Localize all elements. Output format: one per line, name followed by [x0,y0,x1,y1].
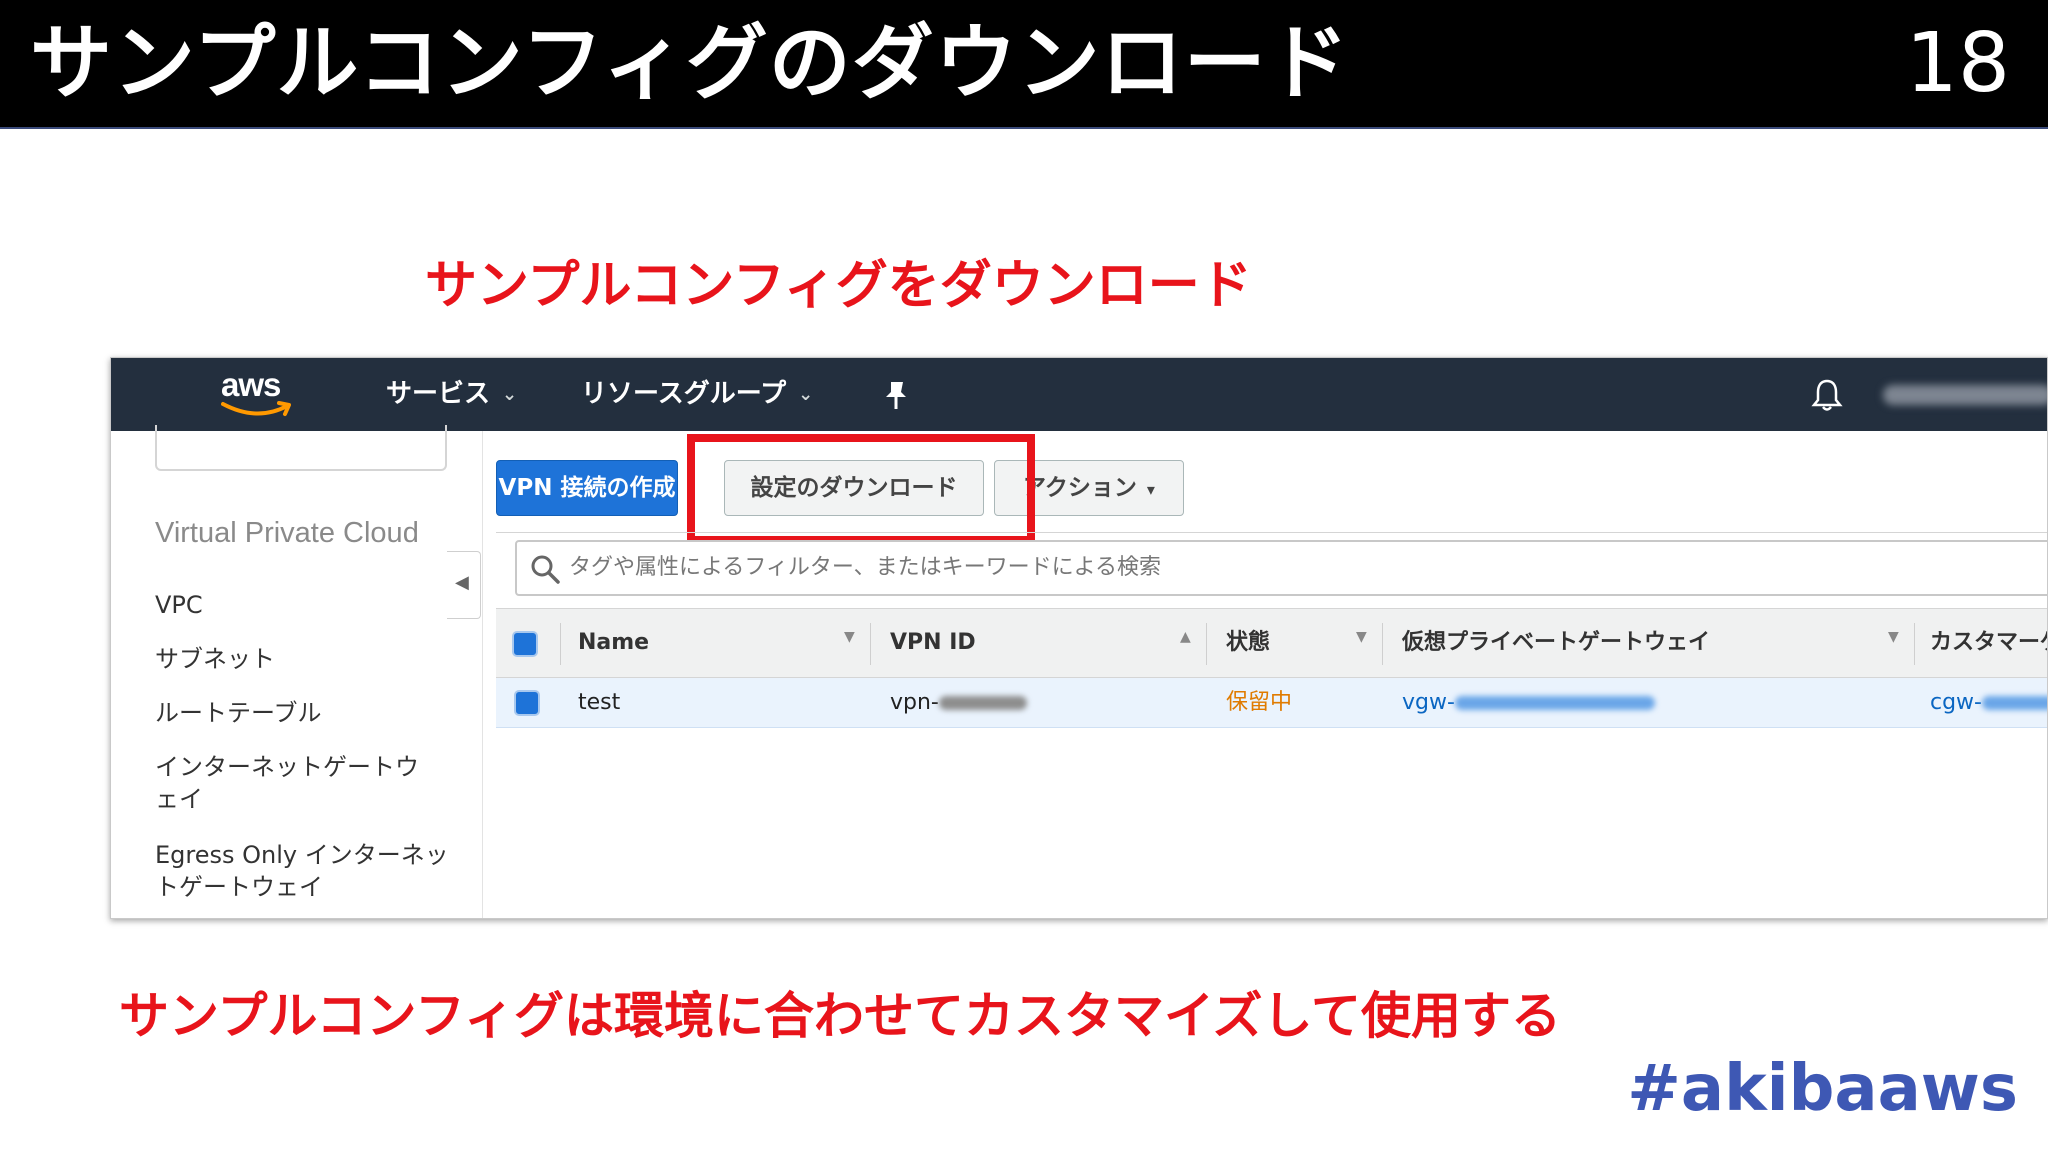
filter-search-input[interactable]: タグや属性によるフィルター、またはキーワードによる検索 [515,540,2047,596]
column-separator [1206,623,1207,665]
column-header-vpn-id[interactable]: VPN ID [890,627,976,659]
pin-icon[interactable] [881,378,911,412]
caption-bottom: サンプルコンフィグは環境に合わせてカスタマイズして使用する [119,987,1561,1045]
slide-title: サンプルコンフィグのダウンロード [30,16,1350,111]
column-header-name[interactable]: Name [578,627,649,659]
toolbar-divider [496,532,2047,533]
sort-down-icon[interactable]: ▼ [1356,629,1367,645]
table-row[interactable]: test vpn- 保留中 vgw- cgw- [496,678,2047,728]
actions-label: アクション [1023,475,1137,501]
sidebar-item-internet-gateways[interactable]: インターネットゲートウェイ [155,751,435,815]
nav-services-menu[interactable]: サービス ⌄ [386,376,517,413]
column-separator [870,623,871,665]
sidebar: Virtual Private Cloud VPC サブネット ルートテーブル … [111,425,483,918]
aws-smile-icon [221,401,291,416]
sidebar-collapse-toggle[interactable]: ◀ [447,551,481,619]
search-icon [531,555,560,584]
annotation-highlight-box [687,434,1035,544]
slide-page-number: 18 [1905,16,2010,111]
row-checkbox[interactable] [514,690,540,716]
sidebar-item-route-tables[interactable]: ルートテーブル [155,697,455,729]
aws-console-screenshot: aws サービス ⌄ リソースグループ ⌄ Virtual Private Clou… [110,357,2048,919]
sort-down-icon[interactable]: ▼ [1888,629,1899,645]
aws-nav-bar: aws サービス ⌄ リソースグループ ⌄ [111,358,2047,431]
column-header-state[interactable]: 状態 [1226,627,1270,659]
chevron-down-icon: ⌄ [798,383,814,405]
sort-down-icon[interactable]: ▼ [844,629,855,645]
column-separator [1382,623,1383,665]
redacted-text [1982,696,2047,710]
redacted-text [1454,696,1655,710]
nav-resource-groups-menu[interactable]: リソースグループ ⌄ [581,376,813,413]
nav-services-label: サービス [386,379,491,409]
vpn-id-prefix: vpn- [890,690,939,715]
vgw-prefix: vgw- [1402,690,1455,715]
sidebar-item-vpc[interactable]: VPC [155,589,455,621]
aws-logo[interactable]: aws [215,366,305,422]
slide-title-bar: サンプルコンフィグのダウンロード 18 [0,0,2048,129]
caption-top: サンプルコンフィグをダウンロード [425,256,1252,316]
sidebar-heading: Virtual Private Cloud [155,517,419,549]
table-header: Name ▼ VPN ID ▲ 状態 ▼ 仮想プライベートゲートウェイ ▼ カス… [496,608,2047,678]
cell-state: 保留中 [1226,690,1293,715]
bell-icon[interactable] [1811,377,1843,413]
cell-vgw-link[interactable]: vgw- [1402,687,1655,719]
column-header-cgw[interactable]: カスタマーゲートウェ [1930,627,2047,659]
search-placeholder: タグや属性によるフィルター、またはキーワードによる検索 [569,555,1162,580]
chevron-left-icon: ◀ [455,572,469,593]
cell-cgw-link[interactable]: cgw- [1930,687,2047,719]
column-separator [1914,623,1915,665]
cell-vpn-id: vpn- [890,687,1027,719]
create-vpn-connection-button[interactable]: VPN 接続の作成 [496,460,678,516]
column-separator [560,623,561,665]
sidebar-search-input[interactable] [155,425,447,471]
chevron-down-icon: ▾ [1146,480,1155,499]
hashtag: #akibaaws [1627,1052,2018,1126]
sort-up-icon[interactable]: ▲ [1180,629,1191,645]
cgw-prefix: cgw- [1930,690,1982,715]
column-header-vgw[interactable]: 仮想プライベートゲートウェイ [1402,627,1710,659]
select-all-checkbox[interactable] [512,631,538,657]
cell-name: test [578,690,621,715]
chevron-down-icon: ⌄ [502,383,518,405]
sidebar-item-subnets[interactable]: サブネット [155,643,455,675]
sidebar-item-egress-only-igw[interactable]: Egress Only インターネットゲートウェイ [155,839,451,903]
nav-resource-groups-label: リソースグループ [581,379,787,409]
aws-logo-text: aws [221,366,281,403]
redacted-text [938,696,1027,710]
account-menu-redacted[interactable] [1883,385,2047,405]
